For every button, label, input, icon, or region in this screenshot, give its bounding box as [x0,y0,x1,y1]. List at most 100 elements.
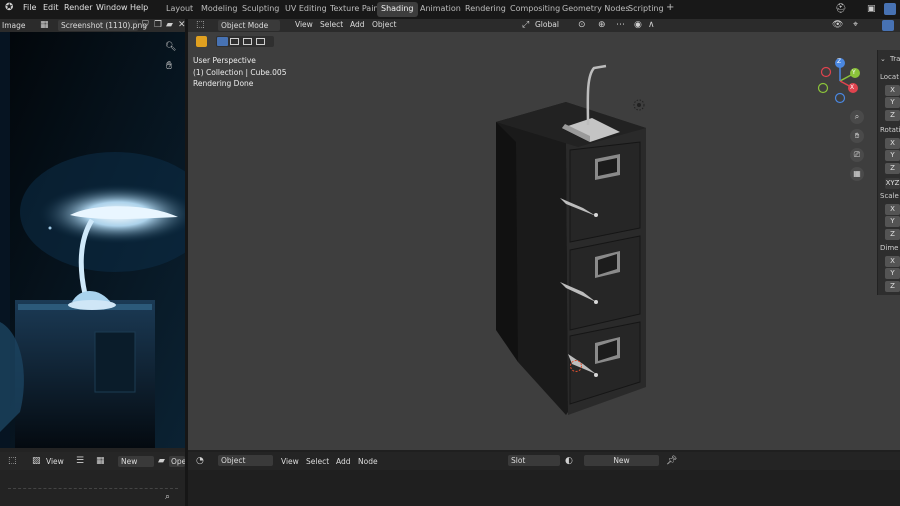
hamburger-menu-icon[interactable]: ☰ [76,456,84,466]
node-menu-view[interactable]: View [281,457,299,466]
tab-sculpting[interactable]: Sculpting [238,2,283,17]
image-mode-label[interactable]: Image [2,21,26,30]
snap-icon[interactable]: ⊕ [598,20,606,30]
bottom-left-editor: ⬚ ▨ View ☰ ▦ New ▰ Ope ⌕ [0,448,185,506]
node-menu-select[interactable]: Select [306,457,329,466]
new-image-button[interactable]: New [118,456,154,467]
tab-geometry-nodes[interactable]: Geometry Nodes [558,2,633,17]
dimensions-x-field[interactable]: X [885,256,900,267]
editor-type-icon[interactable]: ⬚ [196,20,205,30]
menu-render[interactable]: Render [64,3,92,12]
select-subtract-icon[interactable] [243,38,252,45]
tab-layout[interactable]: Layout [162,2,197,17]
rotation-x-field[interactable]: X [885,138,900,149]
open-folder-icon[interactable]: ▰ [158,456,165,466]
add-workspace-button[interactable]: + [662,2,678,17]
visibility-icon[interactable]: 👁︎ [832,20,843,30]
location-x-field[interactable]: X [885,85,900,96]
scale-label: Scale [880,192,899,200]
gizmo-y-label: Y [852,69,856,76]
scale-y-field[interactable]: Y [885,216,900,227]
zoom-icon[interactable]: 🔍︎ [165,42,176,52]
open-folder-icon[interactable]: ▰ [166,20,173,30]
orientation-dropdown[interactable]: Global [535,20,559,29]
hand-pan-icon[interactable]: ✋︎ [166,60,172,71]
render-status-label: Rendering Done [193,79,254,88]
blender-logo-icon[interactable]: ✪ [5,3,13,13]
dimensions-z-field[interactable]: Z [885,281,900,292]
ortho-grid-icon[interactable]: ▦ [850,167,864,181]
3d-viewport[interactable] [188,32,900,450]
node-menu-node[interactable]: Node [358,457,378,466]
pan-view-icon[interactable]: ✋︎ [850,129,864,143]
editor-type-icon[interactable]: ⬚ [8,456,17,466]
node-editor-header: ◔ Object View Select Add Node Slot ◐ New… [188,452,900,470]
scale-z-field[interactable]: Z [885,229,900,240]
pivot-point-icon[interactable]: ⊙ [578,20,586,30]
fake-user-icon[interactable]: ⛉ [142,20,149,30]
menu-file[interactable]: File [23,3,36,12]
editor-type-icon[interactable]: ◔ [196,456,204,466]
scene-icon[interactable]: ⛑ [835,4,846,14]
viewport-menu-object[interactable]: Object [372,20,396,29]
material-browse-icon[interactable]: ◐ [565,456,573,466]
tab-shading[interactable]: Shading [377,2,418,17]
image-editor-header: Image ▦ Screenshot (1110).png ⛉ ❐ ▰ ✕ [0,19,187,32]
render-layer-icon[interactable]: ▣ [867,4,876,14]
panel-collapse-icon[interactable]: ⌄ [880,55,886,63]
select-difference-icon[interactable] [256,38,265,45]
camera-view-icon[interactable]: ⎚ [850,148,864,162]
overlays-toggle-icon[interactable] [882,20,894,31]
viewport-header: ⬚ Object Mode View Select Add Object ⤢ G… [188,19,900,32]
menu-edit[interactable]: Edit [43,3,59,12]
image-view-icon[interactable]: ▨ [32,456,41,466]
tab-rendering[interactable]: Rendering [461,2,510,17]
rotation-mode-dropdown[interactable]: XYZ [885,178,900,189]
timeline-guide [8,488,178,489]
rotation-y-field[interactable]: Y [885,150,900,161]
menu-help[interactable]: Help [130,3,148,12]
menu-window[interactable]: Window [96,3,128,12]
shader-type-dropdown[interactable]: Object [218,455,273,466]
pin-icon[interactable]: 📌︎ [666,456,677,466]
gizmo-toggle-icon[interactable]: ⌖ [853,20,858,30]
node-menu-add[interactable]: Add [336,457,351,466]
cabinet-model [496,64,646,415]
lamp-photo [0,32,185,448]
image-name-field[interactable]: Screenshot (1110).png [58,20,147,31]
viewport-menu-add[interactable]: Add [350,20,365,29]
image-canvas[interactable] [0,32,185,448]
open-image-button[interactable]: Ope [169,456,185,467]
viewport-menu-view[interactable]: View [295,20,313,29]
new-material-button[interactable]: New [584,455,659,466]
image-browse-icon[interactable]: ▦ [96,456,105,466]
bottom-view-menu[interactable]: View [46,457,64,466]
view-layer-icon[interactable] [884,3,896,15]
tab-modeling[interactable]: Modeling [197,2,241,17]
transform-panel-title[interactable]: Tra [890,55,900,63]
view-perspective-label: User Perspective [193,56,256,65]
scale-x-field[interactable]: X [885,204,900,215]
snap-target-icon[interactable]: ⋯ [616,20,625,30]
select-new-icon[interactable] [217,37,228,46]
tab-uv-editing[interactable]: UV Editing [281,2,331,17]
zoom-view-icon[interactable]: ⌕ [850,110,864,124]
falloff-icon[interactable]: ∧ [648,20,655,30]
new-image-icon[interactable]: ❐ [154,20,162,30]
tab-animation[interactable]: Animation [416,2,465,17]
zoom-icon[interactable]: ⌕ [165,492,170,502]
proportional-edit-icon[interactable]: ◉ [634,20,642,30]
viewport-menu-select[interactable]: Select [320,20,343,29]
object-mode-dropdown[interactable]: Object Mode [218,20,280,31]
location-z-field[interactable]: Z [885,110,900,121]
gizmo-x-label: X [850,84,855,91]
select-extend-icon[interactable] [230,38,239,45]
location-y-field[interactable]: Y [885,97,900,108]
active-tool-icon[interactable] [196,36,207,47]
transform-orientation-icon[interactable]: ⤢ [522,20,529,30]
tab-compositing[interactable]: Compositing [506,2,564,17]
rotation-z-field[interactable]: Z [885,163,900,174]
material-slot-dropdown[interactable]: Slot [508,455,560,466]
image-browse-icon[interactable]: ▦ [40,20,49,30]
dimensions-y-field[interactable]: Y [885,268,900,279]
